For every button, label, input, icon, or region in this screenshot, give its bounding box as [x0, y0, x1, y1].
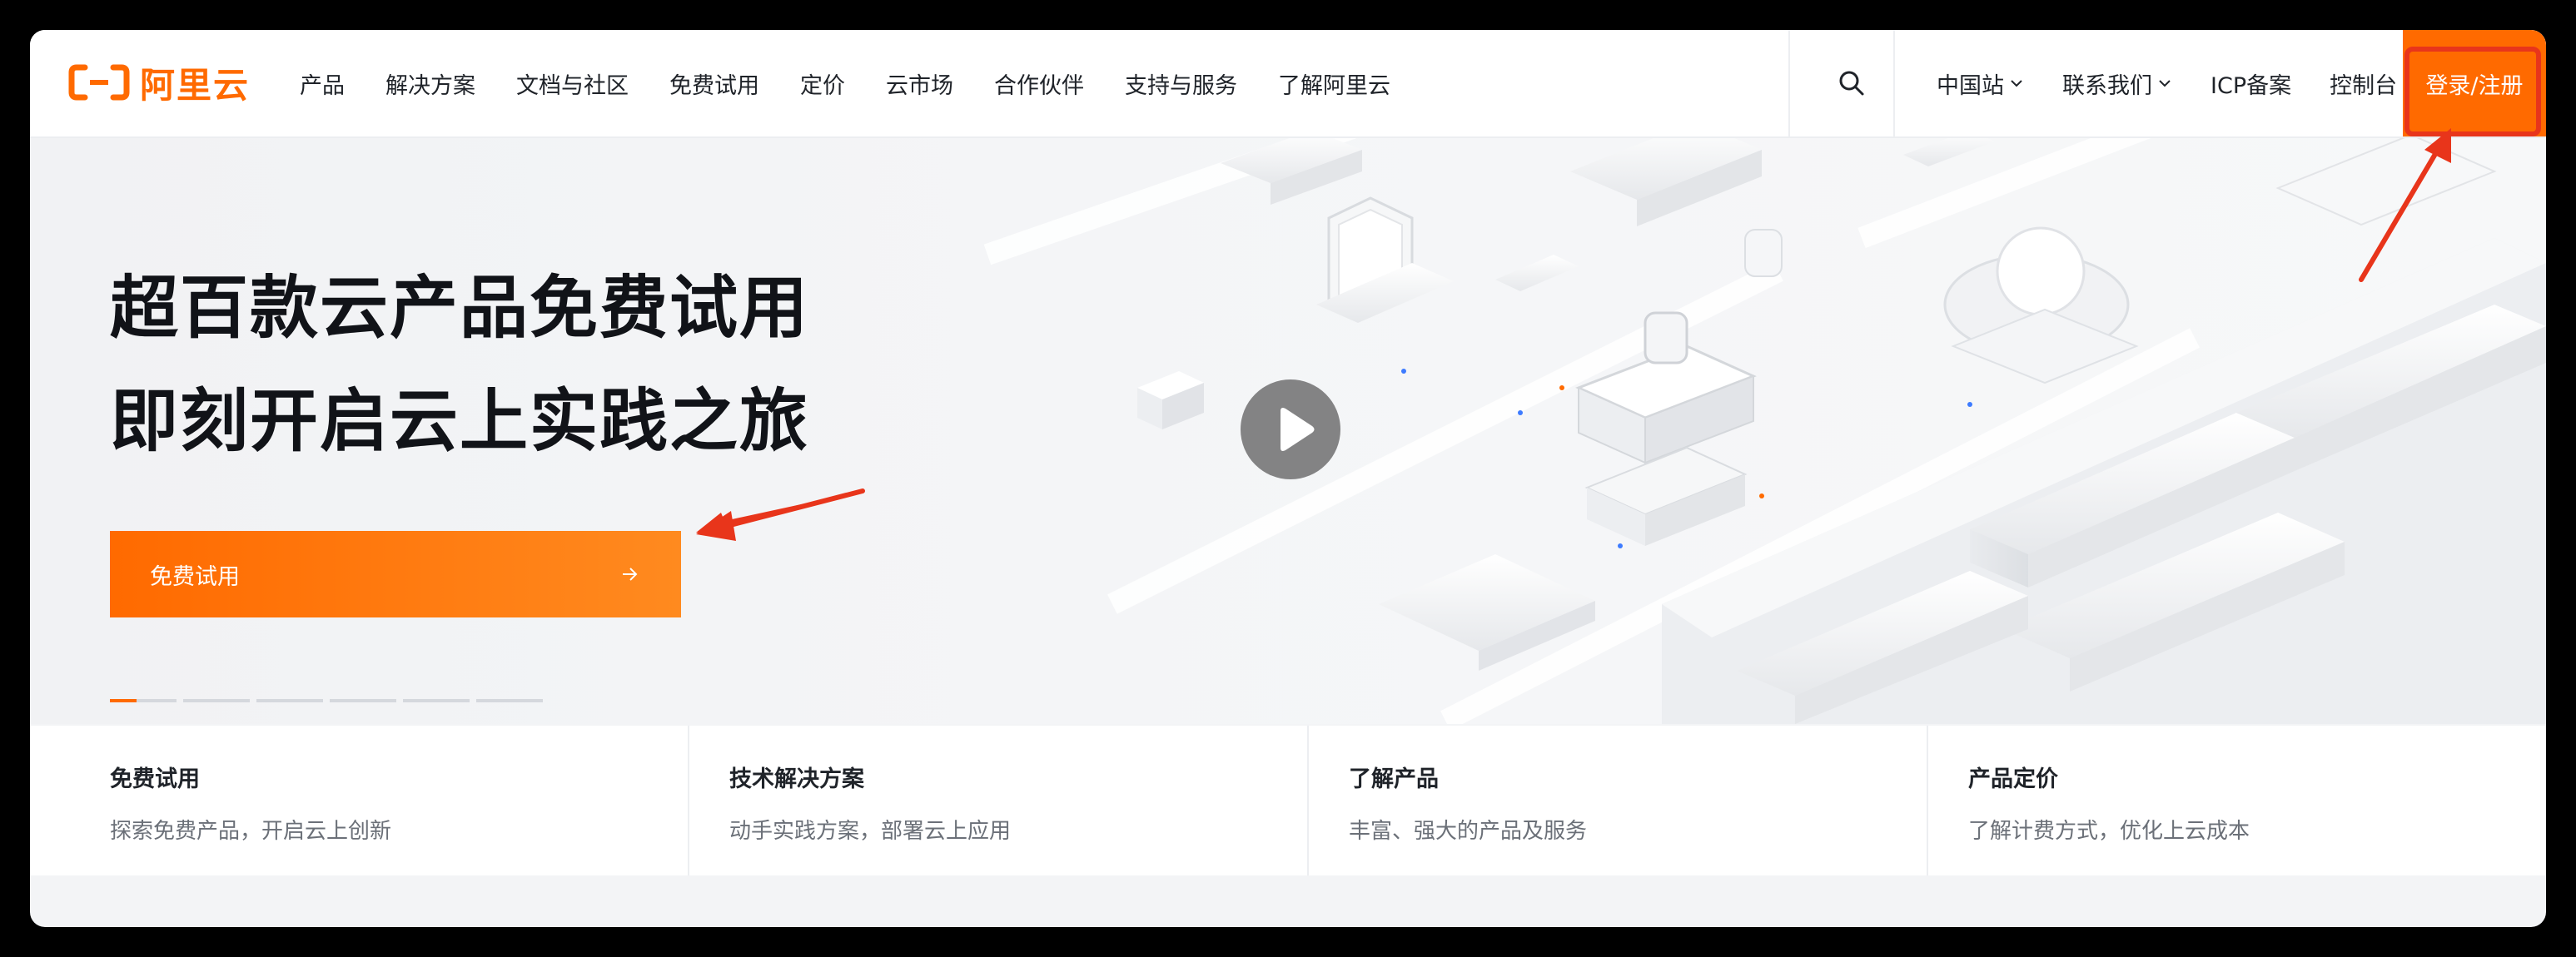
carousel-dot[interactable] — [256, 699, 323, 702]
region-selector[interactable]: 中国站 — [1937, 67, 2024, 100]
icp-filing-link[interactable]: ICP备案 — [2210, 67, 2291, 100]
menu-item-about[interactable]: 了解阿里云 — [1278, 67, 1390, 100]
nav-divider — [1788, 30, 1790, 136]
free-trial-cta-button[interactable]: 免费试用 — [110, 531, 681, 617]
card-pricing[interactable]: 产品定价 了解计费方式，优化上云成本 — [1928, 726, 2546, 875]
contact-us-link[interactable]: 联系我们 — [2062, 67, 2172, 100]
menu-item-pricing[interactable]: 定价 — [800, 67, 845, 100]
browser-window: 阿里云 产品 解决方案 文档与社区 免费试用 定价 云市场 合作伙伴 支持与服务… — [30, 30, 2546, 927]
carousel-dot[interactable] — [110, 699, 177, 702]
console-link[interactable]: 控制台 — [2330, 67, 2397, 100]
play-icon — [1281, 408, 1315, 451]
card-description: 动手实践方案，部署云上应用 — [729, 819, 1012, 844]
hero-banner: 超百款云产品免费试用 即刻开启云上实践之旅 免费试用 — [30, 138, 2546, 724]
search-icon — [1839, 71, 1864, 96]
arrow-right-icon — [623, 568, 638, 581]
menu-item-partners[interactable]: 合作伙伴 — [994, 67, 1084, 100]
card-free-trial[interactable]: 免费试用 探索免费产品，开启云上创新 — [30, 726, 689, 875]
aliyun-logo-icon — [68, 64, 130, 101]
top-navigation-bar: 阿里云 产品 解决方案 文档与社区 免费试用 定价 云市场 合作伙伴 支持与服务… — [30, 30, 2546, 138]
card-tech-solutions[interactable]: 技术解决方案 动手实践方案，部署云上应用 — [689, 726, 1309, 875]
nav-right-links: 中国站 联系我们 ICP备案 控制台 — [1900, 30, 2397, 136]
brand-name: 阿里云 — [140, 64, 251, 106]
card-title: 产品定价 — [1968, 766, 2058, 792]
carousel-indicators — [110, 699, 550, 704]
carousel-dot[interactable] — [476, 699, 543, 702]
card-title: 了解产品 — [1349, 766, 1439, 792]
carousel-dot[interactable] — [403, 699, 470, 702]
menu-item-products[interactable]: 产品 — [300, 67, 345, 100]
hero-title-line-2: 即刻开启云上实践之旅 — [110, 382, 810, 461]
cta-label: 免费试用 — [150, 563, 240, 590]
region-label: 中国站 — [1937, 72, 2004, 99]
card-learn-products[interactable]: 了解产品 丰富、强大的产品及服务 — [1309, 726, 1928, 875]
carousel-dot[interactable] — [183, 699, 250, 702]
card-title: 技术解决方案 — [729, 766, 864, 792]
menu-item-marketplace[interactable]: 云市场 — [886, 67, 953, 100]
play-video-button[interactable] — [1241, 379, 1340, 479]
card-description: 了解计费方式，优化上云成本 — [1968, 819, 2250, 844]
menu-item-docs-community[interactable]: 文档与社区 — [516, 67, 629, 100]
menu-item-solutions[interactable]: 解决方案 — [385, 67, 475, 100]
card-description: 探索免费产品，开启云上创新 — [110, 819, 392, 844]
search-button[interactable] — [1798, 30, 1905, 136]
card-title: 免费试用 — [110, 766, 200, 792]
login-register-button[interactable]: 登录/注册 — [2403, 30, 2546, 136]
feature-cards: 免费试用 探索免费产品，开启云上创新 技术解决方案 动手实践方案，部署云上应用 … — [30, 726, 2546, 875]
nav-divider — [1893, 30, 1895, 136]
card-description: 丰富、强大的产品及服务 — [1349, 819, 1588, 844]
carousel-dot[interactable] — [330, 699, 396, 702]
chevron-down-icon — [2159, 80, 2171, 87]
hero-title-line-1: 超百款云产品免费试用 — [110, 269, 810, 348]
chevron-down-icon — [2011, 80, 2022, 87]
main-menu: 产品 解决方案 文档与社区 免费试用 定价 云市场 合作伙伴 支持与服务 了解阿… — [300, 30, 1431, 136]
logo[interactable]: 阿里云 — [68, 63, 250, 106]
contact-label: 联系我们 — [2062, 72, 2152, 99]
menu-item-support[interactable]: 支持与服务 — [1125, 67, 1237, 100]
menu-item-free-trial[interactable]: 免费试用 — [669, 67, 759, 100]
